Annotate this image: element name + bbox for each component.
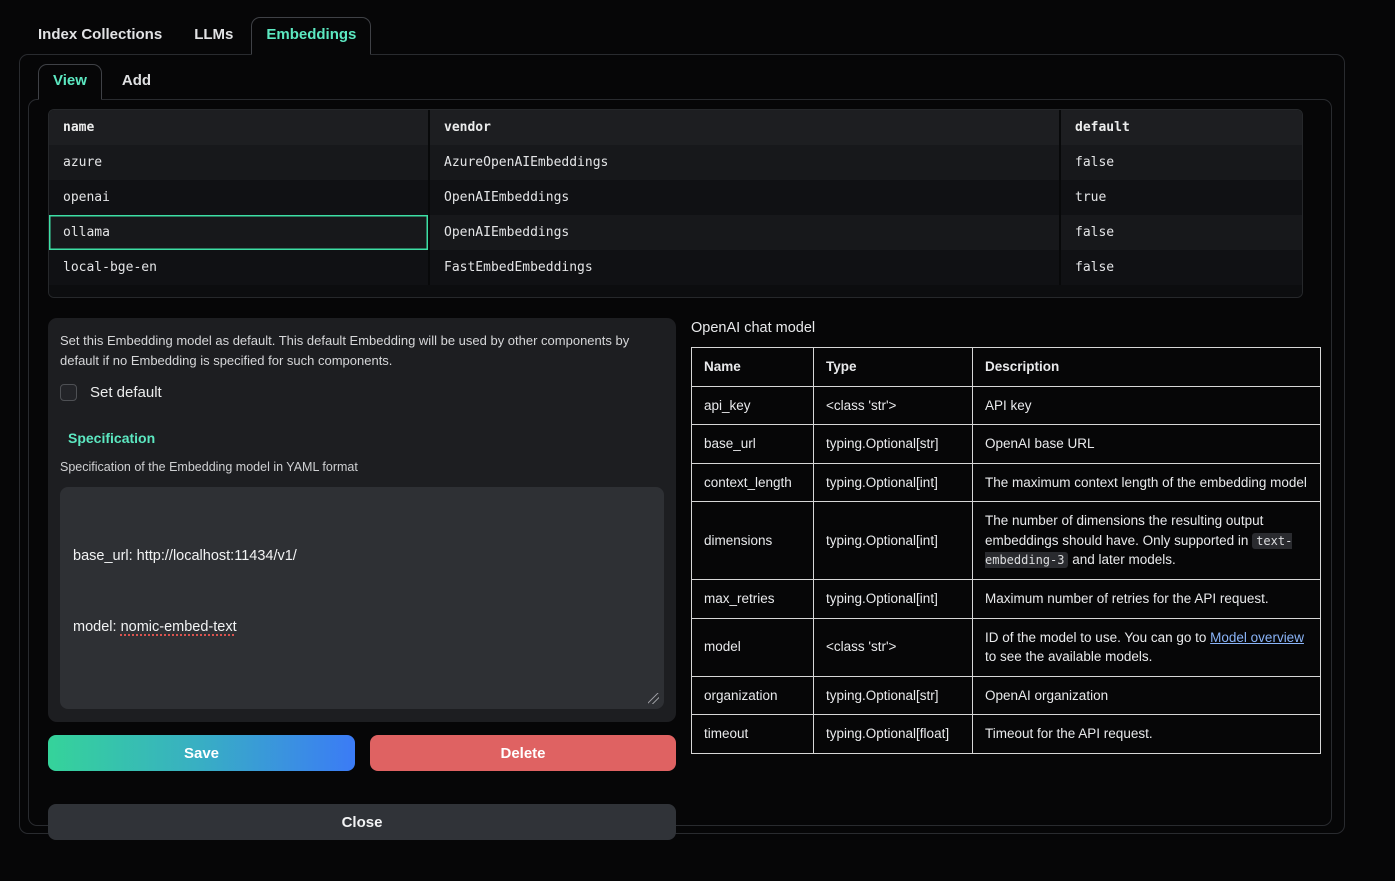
delete-button[interactable]: Delete <box>370 735 676 771</box>
table-footer-spacer <box>49 285 1302 297</box>
cell-vendor[interactable]: OpenAIEmbeddings <box>429 215 1060 250</box>
description-text: Timeout for the API request. <box>985 726 1153 741</box>
param-description: Maximum number of retries for the API re… <box>973 579 1321 618</box>
param-description: OpenAI organization <box>973 676 1321 715</box>
description-text: The number of dimensions the resulting o… <box>985 513 1263 548</box>
cell-default[interactable]: false <box>1060 250 1303 285</box>
description-text: ID of the model to use. You can go to <box>985 630 1210 645</box>
param-type: typing.Optional[int] <box>814 463 973 502</box>
info-table-row: timeouttyping.Optional[float] Timeout for… <box>692 715 1321 754</box>
model-info-column: OpenAI chat model NameTypeDescription ap… <box>691 318 1320 840</box>
param-type: typing.Optional[str] <box>814 676 973 715</box>
param-description: ID of the model to use. You can go to Mo… <box>973 618 1321 676</box>
set-default-description: Set this Embedding model as default. Thi… <box>60 331 664 371</box>
description-text: OpenAI base URL <box>985 436 1095 451</box>
param-type: typing.Optional[str] <box>814 425 973 464</box>
description-text: OpenAI organization <box>985 688 1108 703</box>
param-name: organization <box>692 676 814 715</box>
info-table-row: model<class 'str'>ID of the model to use… <box>692 618 1321 676</box>
yaml-spec-input[interactable]: base_url: http://localhost:11434/v1/ mod… <box>60 487 664 709</box>
description-text: Maximum number of retries for the API re… <box>985 591 1269 606</box>
set-default-checkbox-row[interactable]: Set default <box>60 384 664 401</box>
table-row: ollamaOpenAIEmbeddingsfalse <box>49 215 1303 250</box>
embedding-settings-card: Set this Embedding model as default. Thi… <box>48 318 676 722</box>
textarea-resize-handle[interactable] <box>648 693 659 704</box>
info-column-header-type: Type <box>814 348 973 387</box>
info-table-row: max_retriestyping.Optional[int] Maximum n… <box>692 579 1321 618</box>
param-type: <class 'str'> <box>814 618 973 676</box>
table-row: openaiOpenAIEmbeddingstrue <box>49 180 1303 215</box>
cell-vendor[interactable]: FastEmbedEmbeddings <box>429 250 1060 285</box>
info-column-header-description: Description <box>973 348 1321 387</box>
param-description: The number of dimensions the resulting o… <box>973 502 1321 580</box>
param-type: typing.Optional[int] <box>814 579 973 618</box>
param-name: timeout <box>692 715 814 754</box>
table-row: azureAzureOpenAIEmbeddingsfalse <box>49 145 1303 180</box>
save-button[interactable]: Save <box>48 735 355 771</box>
column-header-name: name <box>49 110 429 145</box>
param-name: api_key <box>692 386 814 425</box>
embeddings-table: namevendordefault azureAzureOpenAIEmbedd… <box>48 109 1303 298</box>
param-type: typing.Optional[float] <box>814 715 973 754</box>
param-description: Timeout for the API request. <box>973 715 1321 754</box>
close-button[interactable]: Close <box>48 804 676 840</box>
specification-subtitle: Specification of the Embedding model in … <box>60 460 664 474</box>
param-name: context_length <box>692 463 814 502</box>
info-panel-title: OpenAI chat model <box>691 320 1320 336</box>
cell-default[interactable]: false <box>1060 145 1303 180</box>
description-text: and later models. <box>1068 552 1175 567</box>
param-description: The maximum context length of the embedd… <box>973 463 1321 502</box>
view-tab-panel: namevendordefault azureAzureOpenAIEmbedd… <box>28 99 1332 826</box>
param-type: <class 'str'> <box>814 386 973 425</box>
cell-name[interactable]: openai <box>49 180 429 215</box>
cell-vendor[interactable]: AzureOpenAIEmbeddings <box>429 145 1060 180</box>
model-overview-link[interactable]: Model overview <box>1210 630 1304 645</box>
sub-tab-add[interactable]: Add <box>122 65 151 99</box>
set-default-checkbox-label: Set default <box>90 384 162 401</box>
description-text: The maximum context length of the embedd… <box>985 475 1307 490</box>
table-row: local-bge-enFastEmbedEmbeddingsfalse <box>49 250 1303 285</box>
info-column-header-name: Name <box>692 348 814 387</box>
main-tab-llms[interactable]: LLMs <box>194 18 233 54</box>
main-tab-bar: Index Collections LLMs Embeddings <box>0 0 1395 54</box>
main-tab-index-collections[interactable]: Index Collections <box>38 18 162 54</box>
cell-name[interactable]: local-bge-en <box>49 250 429 285</box>
selected-cell-name[interactable]: ollama <box>49 215 429 250</box>
column-header-default: default <box>1060 110 1303 145</box>
param-type: typing.Optional[int] <box>814 502 973 580</box>
info-table-row: api_key<class 'str'> API key <box>692 386 1321 425</box>
param-name: dimensions <box>692 502 814 580</box>
description-text: API key <box>985 398 1032 413</box>
column-header-vendor: vendor <box>429 110 1060 145</box>
model-params-table-header: NameTypeDescription <box>692 348 1321 387</box>
yaml-line-model: model: nomic-embed-text <box>73 616 651 639</box>
param-name: base_url <box>692 425 814 464</box>
param-name: model <box>692 618 814 676</box>
model-params-table: NameTypeDescription api_key<class 'str'>… <box>691 347 1321 754</box>
main-tab-embeddings[interactable]: Embeddings <box>251 17 371 55</box>
info-table-row: context_lengthtyping.Optional[int] The ma… <box>692 463 1321 502</box>
cell-name[interactable]: azure <box>49 145 429 180</box>
param-name: max_retries <box>692 579 814 618</box>
cell-default[interactable]: true <box>1060 180 1303 215</box>
info-table-row: dimensionstyping.Optional[int] The number… <box>692 502 1321 580</box>
sub-tab-bar: View Add <box>20 55 1344 99</box>
spellcheck-underlined-text: nomic-embed-text <box>121 619 237 635</box>
param-description: OpenAI base URL <box>973 425 1321 464</box>
param-description: API key <box>973 386 1321 425</box>
specification-heading: Specification <box>60 430 664 446</box>
cell-vendor[interactable]: OpenAIEmbeddings <box>429 180 1060 215</box>
set-default-checkbox[interactable] <box>60 384 77 401</box>
info-table-row: organizationtyping.Optional[str] OpenAI o… <box>692 676 1321 715</box>
info-table-row: base_urltyping.Optional[str] OpenAI base … <box>692 425 1321 464</box>
cell-default[interactable]: false <box>1060 215 1303 250</box>
embedding-detail-column: Set this Embedding model as default. Thi… <box>48 318 676 840</box>
embeddings-tab-panel: View Add namevendordefault azureAzureOpe… <box>19 54 1345 834</box>
description-text: to see the available models. <box>985 649 1152 664</box>
sub-tab-view[interactable]: View <box>38 64 102 100</box>
embeddings-table-header: namevendordefault <box>49 110 1303 145</box>
yaml-line-base-url: base_url: http://localhost:11434/v1/ <box>73 545 651 568</box>
